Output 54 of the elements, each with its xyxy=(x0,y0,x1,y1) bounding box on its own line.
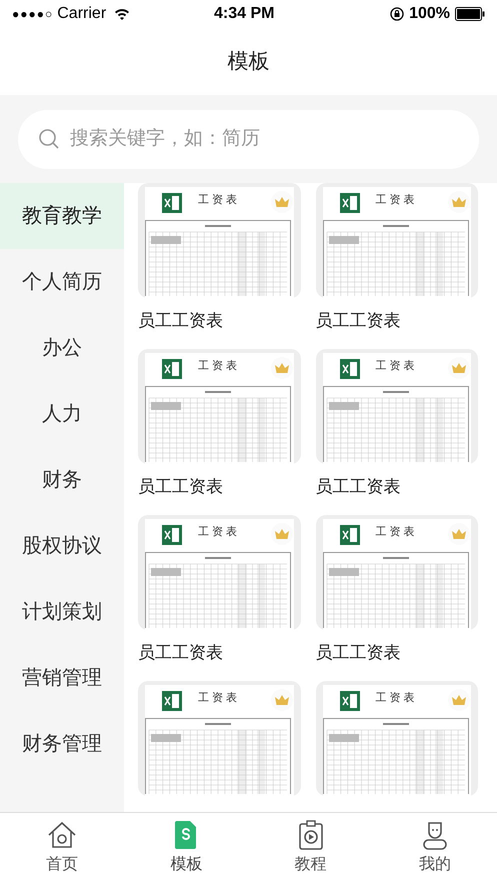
template-card[interactable]: 工 资 表 xyxy=(316,183,478,298)
thumbnail-title: 工 资 表 xyxy=(376,525,415,540)
template-card[interactable]: 工 资 表 xyxy=(138,349,300,464)
template-card[interactable]: 工 资 表 xyxy=(138,183,300,298)
wifi-icon xyxy=(114,8,130,20)
template-name[interactable]: 员工工资表 xyxy=(138,630,300,677)
category-item[interactable]: 股权协议 xyxy=(0,513,124,579)
battery-icon xyxy=(455,7,485,21)
battery-percentage: 100% xyxy=(409,4,450,24)
template-card[interactable]: 工 资 表 xyxy=(316,515,478,630)
category-item[interactable]: 人力 xyxy=(0,381,124,447)
category-item[interactable]: 教育教学 xyxy=(0,183,124,249)
thumbnail-title: 工 资 表 xyxy=(198,193,238,208)
tab-bar-item[interactable]: 我的 xyxy=(372,813,497,883)
spreadsheet-file-icon xyxy=(162,359,182,379)
search-icon xyxy=(38,128,60,150)
category-item[interactable]: 财务管理 xyxy=(0,711,124,777)
category-item[interactable]: 个人简历 xyxy=(0,249,124,315)
template-name[interactable]: 员工工资表 xyxy=(138,464,300,511)
spreadsheet-file-icon xyxy=(340,691,360,711)
template-card[interactable]: 工 资 表 xyxy=(316,349,478,464)
thumbnail-title: 工 资 表 xyxy=(376,691,415,706)
thumbnail-title: 工 资 表 xyxy=(376,193,415,208)
template-card[interactable]: 工 资 表 xyxy=(138,515,300,630)
spreadsheet-file-icon xyxy=(162,525,182,545)
search-field[interactable]: 搜索关键字，如：简历 xyxy=(18,110,479,168)
spreadsheet-file-icon xyxy=(162,691,182,711)
template-name[interactable]: 员工工资表 xyxy=(316,464,478,511)
rotation-lock-icon xyxy=(390,7,404,21)
category-item[interactable]: 计划策划 xyxy=(0,579,124,645)
template-name[interactable]: 员工工资表 xyxy=(316,298,478,345)
tab-bar-item[interactable]: 模板 xyxy=(124,813,248,883)
spreadsheet-file-icon xyxy=(340,193,360,213)
category-item[interactable]: 财务 xyxy=(0,447,124,513)
template-card[interactable]: 工 资 表 xyxy=(316,681,478,796)
tab-bar-item[interactable]: 首页 xyxy=(0,813,124,883)
template-card[interactable]: 工 资 表 xyxy=(138,681,300,796)
clock-time: 4:34 PM xyxy=(214,4,274,24)
carrier-name: Carrier xyxy=(57,4,106,24)
template-name[interactable]: 员工工资表 xyxy=(138,298,300,345)
thumbnail-title: 工 资 表 xyxy=(376,359,415,374)
home-icon xyxy=(46,819,78,851)
thumbnail-title: 工 资 表 xyxy=(198,691,238,706)
page-title: 模板 xyxy=(228,48,270,75)
tab-bar-item[interactable]: 教程 xyxy=(248,813,373,883)
template-name[interactable]: 员工工资表 xyxy=(316,630,478,677)
spreadsheet-file-icon xyxy=(162,193,182,213)
category-item[interactable]: 营销管理 xyxy=(0,645,124,711)
thumbnail-title: 工 资 表 xyxy=(198,525,238,540)
thumbnail-title: 工 资 表 xyxy=(198,359,238,374)
spreadsheet-file-icon xyxy=(340,359,360,379)
spreadsheet-file-icon xyxy=(340,525,360,545)
signal-strength: ●●●●○ xyxy=(12,6,54,23)
category-item[interactable]: 办公 xyxy=(0,315,124,381)
